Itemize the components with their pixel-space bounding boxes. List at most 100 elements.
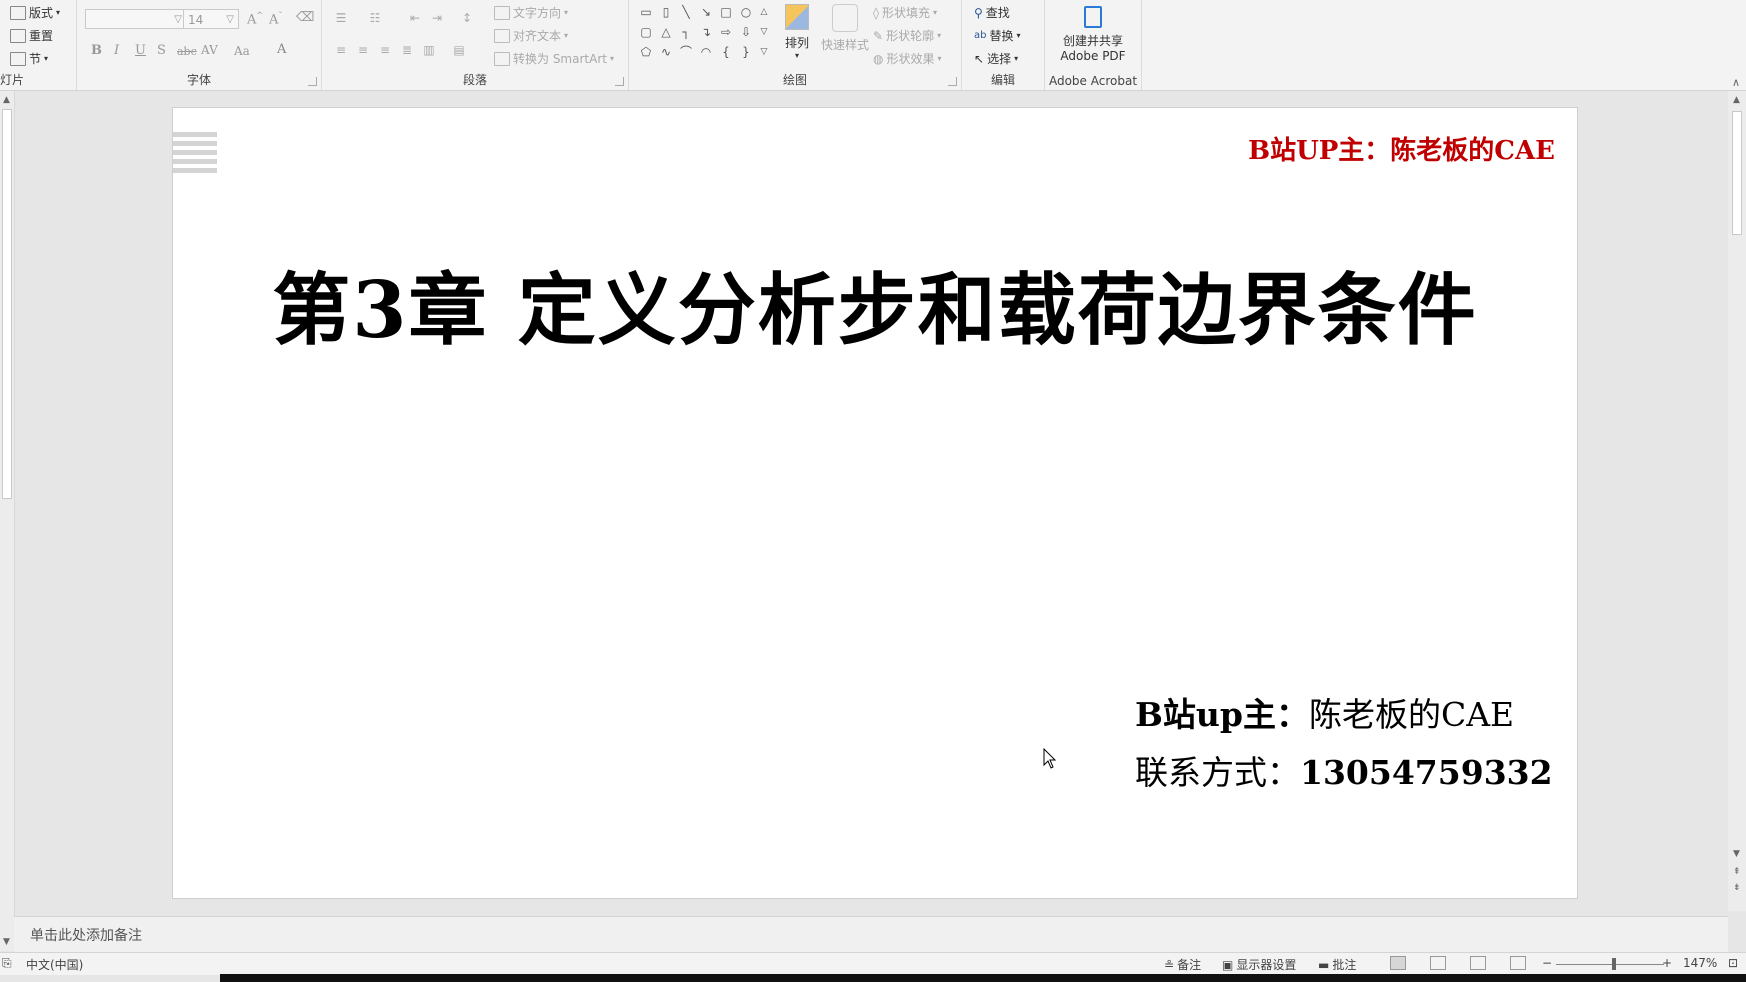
textbox-icon[interactable]: ▭: [639, 6, 653, 19]
italic-button[interactable]: I: [114, 43, 119, 58]
scroll-up-icon[interactable]: ▲: [1733, 95, 1740, 105]
text-direction-button[interactable]: 文字方向 ▾: [494, 4, 568, 21]
next-slide-icon[interactable]: ⇟: [1733, 883, 1741, 893]
replace-button[interactable]: ab 替换 ▾: [974, 27, 1021, 44]
zoom-level[interactable]: 147%: [1683, 956, 1717, 970]
slide-sorter-button[interactable]: [1430, 956, 1446, 970]
align-text-button[interactable]: 对齐文本 ▾: [494, 27, 568, 44]
line-icon[interactable]: ╲: [679, 6, 693, 19]
spellcheck-icon[interactable]: ⎘: [2, 956, 12, 971]
bold-button[interactable]: B: [91, 43, 102, 58]
font-size-combo[interactable]: 14 ▽: [183, 9, 239, 29]
oval-icon[interactable]: ○: [739, 6, 753, 19]
columns-icon[interactable]: ▤: [452, 44, 466, 57]
contact-label: 联系方式：: [1135, 753, 1300, 792]
slide-title[interactable]: 第3章 定义分析步和载荷边界条件: [173, 248, 1577, 360]
distributed-icon[interactable]: ▥: [422, 44, 436, 57]
slide-pane-scrollbar[interactable]: ▲ ▼: [0, 91, 15, 951]
align-left-icon[interactable]: ≡: [334, 44, 348, 57]
create-pdf-button[interactable]: 创建并共享 Adobe PDF: [1049, 6, 1137, 64]
right-arrow-icon[interactable]: ⇨: [719, 26, 733, 39]
arrange-button[interactable]: 排列 ▾: [779, 4, 815, 64]
underline-button[interactable]: U: [135, 43, 146, 58]
elbow-arrow-icon[interactable]: ↴: [699, 26, 713, 39]
elbow-connector-icon[interactable]: ┐: [679, 26, 693, 39]
align-center-icon[interactable]: ≡: [356, 44, 370, 57]
strikethrough-button[interactable]: abc: [177, 45, 197, 58]
shape-effects-button[interactable]: ◍ 形状效果 ▾: [873, 50, 942, 67]
shape-fill-button[interactable]: ◊ 形状填充 ▾: [873, 4, 937, 21]
left-brace-icon[interactable]: {: [719, 46, 733, 59]
normal-view-button[interactable]: [1390, 956, 1406, 970]
notes-toggle[interactable]: ≗ 备注: [1164, 956, 1201, 973]
drawing-dialog-launcher[interactable]: [948, 77, 957, 86]
vtextbox-icon[interactable]: ▯: [659, 6, 673, 19]
scroll-thumb[interactable]: [1732, 111, 1742, 235]
zoom-slider[interactable]: [1556, 964, 1664, 965]
font-name-combo[interactable]: ▽: [85, 9, 187, 29]
scroll-thumb[interactable]: [2, 109, 12, 499]
gallery-up-icon[interactable]: △: [757, 6, 771, 19]
curve-icon[interactable]: ⌒: [679, 46, 693, 59]
change-case-button[interactable]: Aa: [234, 44, 250, 58]
slideshow-button[interactable]: [1510, 956, 1526, 970]
fit-to-window-icon[interactable]: ⊡: [1728, 956, 1738, 970]
clear-format-icon[interactable]: ⌫: [296, 10, 314, 25]
triangle-icon[interactable]: △: [659, 26, 673, 39]
line-spacing-icon[interactable]: ↕: [460, 12, 474, 25]
font-dialog-launcher[interactable]: [308, 77, 317, 86]
paragraph-dialog-launcher[interactable]: [615, 77, 624, 86]
font-color-button[interactable]: A: [277, 42, 286, 57]
down-arrow-icon[interactable]: ⇩: [739, 26, 753, 39]
arrow-line-icon[interactable]: ↘: [699, 6, 713, 19]
find-button[interactable]: ⚲ 查找: [974, 4, 1010, 21]
contact-line[interactable]: 联系方式：13054759332: [1135, 746, 1553, 794]
decrease-indent-icon[interactable]: ⇤: [408, 12, 422, 25]
editor-scrollbar[interactable]: ▲ ▼ ⇞ ⇟: [1728, 91, 1746, 911]
right-brace-icon[interactable]: }: [739, 46, 753, 59]
gallery-down-icon[interactable]: ▽: [757, 26, 771, 39]
justify-icon[interactable]: ≣: [400, 44, 414, 57]
author-line[interactable]: B站up主：陈老板的CAE: [1135, 688, 1514, 736]
zoom-out-icon[interactable]: −: [1542, 956, 1552, 970]
watermark-text[interactable]: B站UP主：陈老板的CAE: [1248, 130, 1555, 167]
gallery-more-icon[interactable]: ▽: [757, 46, 771, 59]
display-settings-button[interactable]: ▣ 显示器设置: [1222, 956, 1296, 973]
previous-slide-icon[interactable]: ⇞: [1733, 867, 1741, 877]
convert-smartart-button[interactable]: 转换为 SmartArt ▾: [494, 50, 614, 67]
zoom-in-icon[interactable]: +: [1662, 956, 1672, 970]
scroll-down-icon[interactable]: ▼: [3, 937, 10, 947]
grow-font-icon[interactable]: A^: [247, 11, 263, 27]
scribble-icon[interactable]: ∿: [659, 46, 673, 59]
shrink-font-icon[interactable]: Aˇ: [269, 11, 282, 27]
zoom-slider-thumb[interactable]: [1612, 958, 1616, 970]
rounded-rect-icon[interactable]: ▢: [639, 26, 653, 39]
smartart-icon: [494, 51, 510, 66]
contact-number: 13054759332: [1300, 753, 1553, 792]
layout-button[interactable]: 版式 ▾: [10, 4, 60, 21]
shape-outline-button[interactable]: ✎ 形状轮廓 ▾: [873, 27, 941, 44]
rectangle-icon[interactable]: □: [719, 6, 733, 19]
quick-styles-button[interactable]: 快速样式: [817, 4, 873, 64]
scroll-up-icon[interactable]: ▲: [3, 95, 10, 105]
slide-canvas[interactable]: B站UP主：陈老板的CAE 第3章 定义分析步和载荷边界条件 B站up主：陈老板…: [172, 107, 1578, 899]
numbering-icon[interactable]: ☷: [368, 12, 382, 25]
align-right-icon[interactable]: ≡: [378, 44, 392, 57]
shapes-gallery[interactable]: ▭ ▯ ╲ ↘ □ ○ ▢ △ ┐ ↴ ⇨ ⇩ ⬠ ∿ ⌒ ◠ { } △ ▽ …: [639, 6, 769, 66]
language-indicator[interactable]: 中文(中国): [26, 956, 83, 973]
arc-icon[interactable]: ◠: [699, 46, 713, 59]
increase-indent-icon[interactable]: ⇥: [430, 12, 444, 25]
replace-icon: ab: [974, 30, 987, 41]
select-button[interactable]: ↖ 选择 ▾: [974, 50, 1018, 67]
bullets-icon[interactable]: ☰: [334, 12, 348, 25]
char-spacing-button[interactable]: AV: [201, 43, 218, 57]
shadow-button[interactable]: S: [157, 43, 166, 58]
collapse-ribbon-icon[interactable]: ∧: [1732, 76, 1740, 89]
comments-button[interactable]: ▬ 批注: [1318, 956, 1356, 973]
reset-button[interactable]: 重置: [10, 27, 53, 44]
scroll-down-icon[interactable]: ▼: [1733, 849, 1740, 859]
notes-pane[interactable]: 单击此处添加备注: [14, 916, 1728, 953]
freeform-icon[interactable]: ⬠: [639, 46, 653, 59]
section-button[interactable]: 节 ▾: [10, 50, 48, 67]
reading-view-button[interactable]: [1470, 956, 1486, 970]
